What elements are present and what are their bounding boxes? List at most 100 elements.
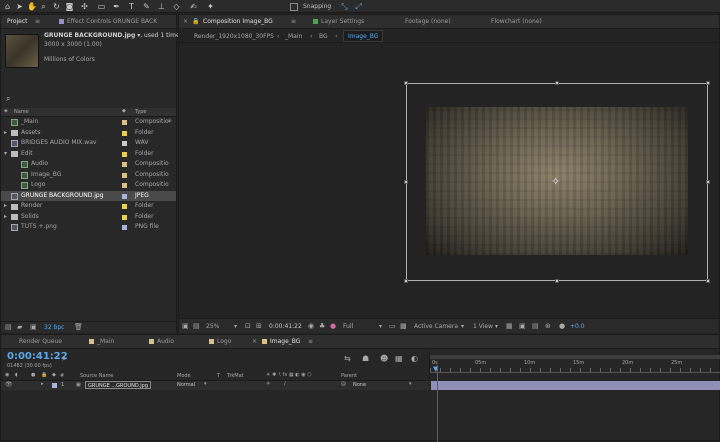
- transform-handle[interactable]: [404, 81, 408, 85]
- composition-viewer[interactable]: ✧: [179, 44, 719, 318]
- disclosure-triangle-icon[interactable]: ▸: [4, 201, 7, 212]
- comp-mini-flowchart-icon[interactable]: ⇆: [344, 354, 351, 363]
- label-swatch[interactable]: [122, 214, 127, 220]
- tab-logo[interactable]: Logo: [205, 335, 235, 349]
- transform-handle[interactable]: [404, 279, 408, 283]
- layer-duration-bar[interactable]: [431, 381, 720, 390]
- new-folder-icon[interactable]: ▰: [17, 323, 22, 331]
- show-snapshot-icon[interactable]: ♣: [319, 322, 325, 330]
- layer-label-swatch[interactable]: [52, 383, 57, 388]
- tab-main[interactable]: _Main: [85, 335, 118, 349]
- view-layout-dropdown[interactable]: 1 View: [473, 323, 493, 330]
- tab-image-bg[interactable]: Image_BG: [258, 335, 304, 349]
- tab-effect-controls[interactable]: Effect Controls GRUNGE BACK: [55, 15, 161, 29]
- audio-switch-icon[interactable]: ◖: [15, 372, 18, 378]
- rotate-icon[interactable]: ↻: [52, 2, 61, 11]
- label-swatch[interactable]: [122, 183, 127, 188]
- camera-icon[interactable]: ◙: [65, 2, 74, 11]
- expand-arrow-icon[interactable]: ▸: [41, 381, 44, 387]
- list-item[interactable]: ▸ Render Folder: [1, 201, 176, 212]
- label-swatch[interactable]: [122, 120, 127, 125]
- home-icon[interactable]: ⌂: [3, 2, 12, 11]
- chevron-down-icon[interactable]: ▾: [379, 323, 382, 330]
- parent-dropdown[interactable]: None: [353, 382, 366, 388]
- panel-menu-icon[interactable]: ≡: [31, 15, 44, 29]
- zoom-dropdown[interactable]: 25%: [206, 323, 219, 330]
- breadcrumb-render[interactable]: Render_1920x1080_30FPS: [194, 33, 274, 40]
- tab-layer-settings[interactable]: Layer Settings: [309, 15, 368, 29]
- list-item[interactable]: Audio Compositio: [1, 159, 176, 170]
- list-item[interactable]: Logo Compositio: [1, 180, 176, 191]
- rectangle-mask-icon[interactable]: ▭: [97, 2, 106, 11]
- camera-dropdown[interactable]: Active Camera: [414, 323, 458, 330]
- col-source-name[interactable]: Source Name: [80, 373, 114, 379]
- collapse-switch-icon[interactable]: ☀: [266, 381, 270, 387]
- list-item[interactable]: GRUNGE BACKGROUND.jpg JPEG: [1, 190, 176, 201]
- type-icon[interactable]: T: [127, 2, 136, 11]
- time-ruler[interactable]: 0s 05m 10m 15m 20m 25m ▼: [429, 351, 720, 381]
- list-item[interactable]: ▾ Edit Folder: [1, 149, 176, 160]
- tab-footage[interactable]: Footage (none): [401, 15, 455, 29]
- chevron-down-icon[interactable]: ▾: [461, 323, 464, 330]
- toggle-pixel-aspect-icon[interactable]: ▦: [506, 322, 513, 330]
- list-item[interactable]: ▸ Solids Folder: [1, 212, 176, 223]
- snap-edges-icon[interactable]: ⤢: [354, 2, 363, 11]
- label-swatch[interactable]: [122, 130, 127, 136]
- layer-mode-dropdown[interactable]: Normal: [177, 382, 195, 388]
- panel-menu-icon[interactable]: ≡: [287, 15, 300, 29]
- fit-icon[interactable]: ⊡: [245, 322, 251, 330]
- label-tag-icon[interactable]: ◆: [122, 108, 126, 114]
- new-composition-icon[interactable]: ▣: [30, 323, 37, 331]
- label-swatch[interactable]: [122, 225, 127, 230]
- shy-icon[interactable]: ☻: [380, 354, 388, 363]
- chevron-down-icon[interactable]: ▾: [204, 381, 207, 387]
- layer-row[interactable]: 👁 ▸ 1 ▣ GRUNGE ...GROUND.jpg Normal ▾ ☀ …: [1, 381, 429, 390]
- switches-header-icon[interactable]: ☀ ✱ ∖ fx ▦ ◐ ◉ ⬡: [266, 372, 312, 378]
- selection-icon[interactable]: ➤: [15, 2, 24, 11]
- tab-flowchart[interactable]: Flowchart (none): [487, 15, 546, 29]
- transform-handle[interactable]: [706, 279, 710, 283]
- col-trkmat[interactable]: TrkMat: [227, 373, 244, 379]
- trash-icon[interactable]: 🗑: [74, 323, 83, 331]
- interpret-footage-icon[interactable]: ▤: [5, 323, 12, 331]
- flowchart-icon[interactable]: ⊛: [545, 322, 551, 330]
- motion-blur-icon[interactable]: ◐: [411, 354, 418, 363]
- label-swatch[interactable]: [122, 204, 127, 209]
- breadcrumb-bg[interactable]: BG: [319, 33, 328, 40]
- always-preview-icon[interactable]: ▣: [182, 322, 189, 330]
- label-swatch[interactable]: [122, 172, 127, 178]
- grid-icon[interactable]: ⊞: [256, 322, 262, 330]
- tab-project[interactable]: Project: [3, 15, 32, 29]
- snapping-checkbox[interactable]: [290, 3, 298, 11]
- transform-handle[interactable]: [555, 81, 559, 85]
- label-swatch[interactable]: [122, 193, 127, 199]
- timeline-timecode[interactable]: 0:00:41:22: [7, 351, 68, 362]
- label-swatch[interactable]: [122, 162, 127, 167]
- panel-menu-icon[interactable]: ≡: [304, 335, 317, 349]
- video-switch-icon[interactable]: ◉: [5, 372, 9, 378]
- anchor-point-icon[interactable]: ✧: [551, 175, 560, 188]
- label-col-icon[interactable]: ◈: [4, 108, 8, 114]
- hand-icon[interactable]: ✋: [27, 2, 37, 11]
- list-item[interactable]: BRIDGES AUDIO MIX.wav WAV: [1, 138, 176, 149]
- quality-switch-icon[interactable]: ∕: [284, 381, 286, 387]
- chevron-down-icon[interactable]: ▾: [409, 381, 412, 387]
- label-swatch[interactable]: [122, 151, 127, 157]
- fast-previews-icon[interactable]: ▣: [519, 322, 526, 330]
- work-area-bar[interactable]: [430, 355, 720, 359]
- label-tag-icon[interactable]: ◆: [52, 372, 56, 378]
- transform-handle[interactable]: [706, 180, 710, 184]
- puppet-pin-icon[interactable]: ✦: [206, 2, 215, 11]
- transform-handle[interactable]: [706, 81, 710, 85]
- draft-3d-icon[interactable]: ☗: [362, 354, 369, 363]
- disclosure-triangle-icon[interactable]: ▾: [4, 149, 7, 160]
- col-name[interactable]: Name: [14, 109, 29, 115]
- tab-audio[interactable]: Audio: [145, 335, 178, 349]
- flowchart-icon[interactable]: ⚘: [167, 118, 172, 125]
- frame-blending-icon[interactable]: ▦: [395, 354, 403, 363]
- snapshot-icon[interactable]: ◉: [308, 322, 314, 330]
- breadcrumb-main[interactable]: _Main: [285, 33, 302, 40]
- exposure-reset-icon[interactable]: ●: [559, 322, 565, 330]
- viewer-timecode[interactable]: 0:00:41:22: [269, 323, 302, 330]
- transparency-grid-icon[interactable]: ▩: [400, 322, 407, 330]
